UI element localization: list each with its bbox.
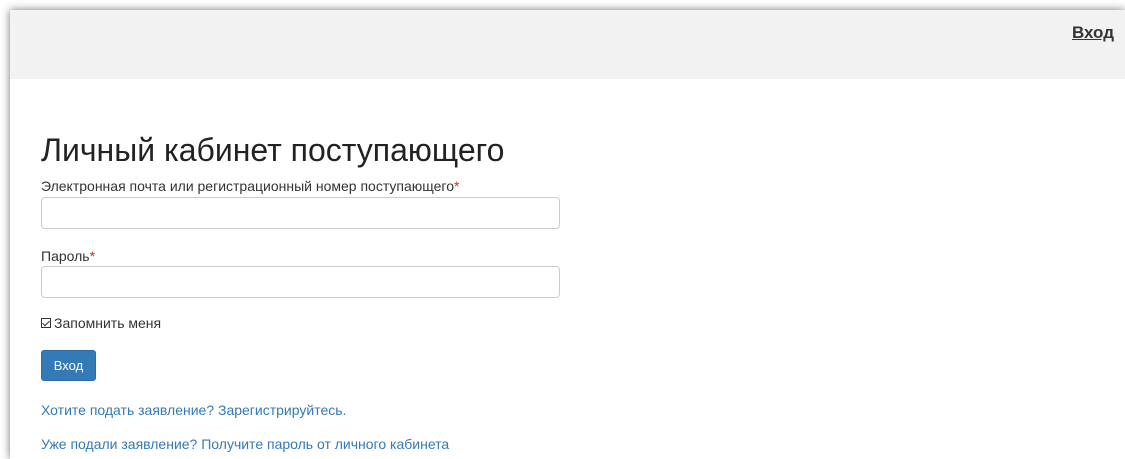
email-label: Электронная почта или регистрационный но…: [41, 178, 459, 194]
page-title: Личный кабинет поступающего: [41, 132, 505, 168]
checkbox-checked-icon[interactable]: [41, 318, 51, 328]
register-link[interactable]: Хотите подать заявление? Зарегистрируйте…: [41, 402, 346, 418]
browser-viewport: Вход Личный кабинет поступающего Электро…: [10, 10, 1125, 459]
login-form: Личный кабинет поступающего Электронная …: [41, 130, 641, 452]
email-label-text: Электронная почта или регистрационный но…: [41, 178, 455, 194]
email-input[interactable]: [41, 197, 560, 229]
required-marker: *: [89, 248, 96, 264]
required-marker: *: [454, 178, 460, 194]
password-label: Пароль*: [41, 248, 95, 264]
login-button[interactable]: Вход: [41, 350, 96, 381]
top-bar: Вход: [10, 10, 1125, 79]
password-label-text: Пароль: [41, 248, 90, 264]
get-password-link[interactable]: Уже подали заявление? Получите пароль от…: [41, 436, 449, 452]
header-login-link[interactable]: Вход: [1072, 23, 1114, 43]
password-input[interactable]: [41, 266, 560, 298]
page: Вход Личный кабинет поступающего Электро…: [0, 0, 1125, 459]
remember-me-row[interactable]: Запомнить меня: [41, 315, 161, 331]
remember-me-label: Запомнить меня: [54, 315, 162, 331]
